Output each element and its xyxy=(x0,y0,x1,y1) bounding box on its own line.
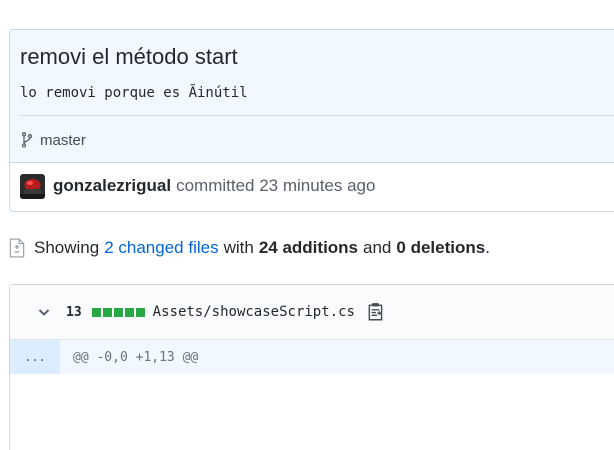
commit-header: removi el método start lo removi porque … xyxy=(10,30,614,163)
diff-summary: Showing 2 changed files with 24 addition… xyxy=(9,236,490,260)
file-diff-icon xyxy=(9,238,25,258)
diffstat-added-block xyxy=(135,307,145,317)
changed-files-link[interactable]: 2 changed files xyxy=(104,238,218,258)
chevron-down-icon[interactable] xyxy=(36,304,52,320)
file-diff: 13 Assets/showcaseScript.cs ... @@ -0,0 … xyxy=(9,284,614,450)
diffstat-added-block xyxy=(91,307,101,317)
avatar[interactable] xyxy=(20,173,45,199)
commit-description: lo removi porque es Ãinútil xyxy=(20,85,248,101)
diffstat-added-block xyxy=(102,307,112,317)
avatar-image xyxy=(20,173,45,199)
summary-with: with xyxy=(223,238,254,257)
branch-link[interactable]: master xyxy=(40,132,86,149)
diffstat-added-block xyxy=(124,307,134,317)
hunk-header: @@ -0,0 +1,13 @@ xyxy=(73,349,199,365)
diffstat-added-block xyxy=(113,307,123,317)
file-header: 13 Assets/showcaseScript.cs xyxy=(10,285,614,340)
diffstat-bar xyxy=(91,307,147,317)
deletions-count: 0 deletions xyxy=(396,238,486,257)
expand-hunk-button[interactable]: ... xyxy=(10,340,60,374)
git-branch-icon xyxy=(21,132,33,148)
commit-page: removi el método start lo removi porque … xyxy=(0,0,614,450)
file-path-link[interactable]: Assets/showcaseScript.cs xyxy=(153,304,355,320)
divider xyxy=(20,115,614,116)
summary-and: and xyxy=(363,238,392,257)
commit-title: removi el método start xyxy=(20,44,238,69)
commit-timestamp: committed 23 minutes ago xyxy=(176,176,376,195)
summary-suffix: . xyxy=(485,238,490,257)
additions-count: 24 additions xyxy=(258,238,359,257)
clippy-icon[interactable] xyxy=(367,302,385,322)
branch-indicator: master xyxy=(20,130,86,150)
author-link[interactable]: gonzalezrigual xyxy=(53,176,171,196)
summary-prefix: Showing xyxy=(34,238,100,257)
hunk-header-row: ... @@ -0,0 +1,13 @@ xyxy=(10,340,614,374)
commit-details: removi el método start lo removi porque … xyxy=(9,29,614,212)
commit-meta: gonzalezrigual committed 23 minutes ago xyxy=(20,173,375,199)
diffstat-count: 13 xyxy=(66,304,82,320)
